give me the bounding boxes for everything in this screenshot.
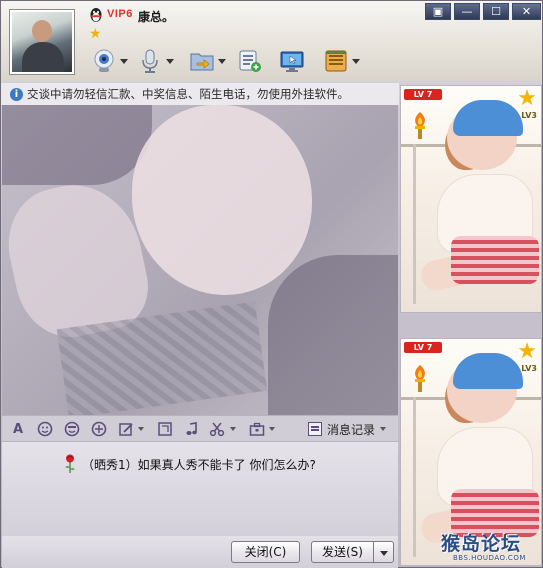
star-icon: ★ — [517, 339, 537, 364]
close-window-button[interactable]: ✕ — [512, 3, 541, 20]
watermark-title: 猴岛论坛 — [441, 533, 522, 555]
draft-message: （晒秀1）如果真人秀不能卡了 你们怎么办? — [64, 454, 316, 474]
monitor-cursor-icon — [280, 51, 304, 72]
background-photo-shape — [132, 105, 312, 295]
app-box-icon — [325, 50, 347, 72]
history-icon — [308, 422, 322, 436]
rose-icon — [65, 454, 75, 473]
list-add-icon — [239, 50, 261, 72]
voice-call-button[interactable] — [137, 45, 174, 77]
show-figure — [453, 100, 523, 136]
background-photo-shape — [2, 105, 152, 185]
emoticon-icon[interactable] — [36, 420, 54, 438]
show-figure — [451, 236, 539, 284]
security-notice: i 交谈中请勿轻信汇款、中奖信息、陌生电话，勿使用外挂软件。 — [1, 83, 399, 105]
close-button[interactable]: 关闭(C) — [231, 541, 300, 563]
remote-assist-button[interactable] — [279, 45, 305, 77]
avatar-photo — [12, 12, 72, 72]
folder-send-icon — [190, 53, 214, 71]
info-icon: i — [10, 87, 23, 101]
background-photo-shape — [268, 255, 398, 415]
chevron-down-icon[interactable] — [218, 58, 226, 64]
chevron-down-icon[interactable] — [138, 427, 144, 431]
minimize-button[interactable]: — — [454, 3, 480, 20]
level-tag: LV3 — [521, 111, 537, 120]
qq-penguin-icon — [90, 8, 102, 22]
scene-rail — [413, 144, 416, 304]
message-input-area[interactable]: （晒秀1）如果真人秀不能卡了 你们怎么办? — [2, 442, 398, 536]
level-badge: LV 7 — [404, 89, 442, 100]
bottom-bar: 关闭(C) 发送(S) — [2, 536, 398, 568]
level-tag: LV3 — [521, 364, 537, 373]
message-history-button[interactable]: 消息记录 — [308, 420, 387, 438]
chevron-down-icon[interactable] — [380, 427, 387, 431]
format-toolbar: A 消息记录 — [2, 415, 398, 442]
chevron-down-icon[interactable] — [230, 427, 236, 431]
send-options-button[interactable] — [374, 541, 394, 563]
scene-rail — [413, 397, 416, 557]
message-history-area[interactable] — [2, 105, 398, 415]
image-icon[interactable] — [156, 420, 174, 438]
video-call-button[interactable] — [91, 45, 128, 77]
notice-text: 交谈中请勿轻信汇款、中奖信息、陌生电话，勿使用外挂软件。 — [27, 87, 349, 101]
chevron-down-icon[interactable] — [352, 58, 360, 64]
music-icon[interactable] — [183, 420, 201, 438]
send-button[interactable]: 发送(S) — [311, 541, 374, 563]
torch-icon — [415, 112, 425, 139]
microphone-icon — [142, 49, 158, 73]
chat-toolbar — [85, 45, 385, 79]
screenshot-scissors-icon[interactable] — [208, 420, 226, 438]
show-figure — [453, 353, 523, 389]
webcam-icon — [94, 49, 114, 72]
toolbox-icon[interactable] — [248, 420, 266, 438]
level-badge: LV 7 — [404, 342, 442, 353]
magic-emoticon-icon[interactable] — [63, 420, 81, 438]
maximize-button[interactable]: ☐ — [483, 3, 509, 20]
chevron-down-icon — [380, 551, 388, 556]
apps-button[interactable] — [237, 45, 263, 77]
contact-show-panel[interactable]: LV 7 ★ LV3 — [400, 85, 542, 313]
more-apps-button[interactable] — [323, 45, 360, 77]
contact-nickname[interactable]: 康总。 — [138, 8, 174, 25]
watermark-url: BBS.HOUDAO.COM — [453, 554, 526, 562]
torch-icon — [415, 365, 425, 392]
star-icon: ★ — [517, 86, 537, 111]
font-icon[interactable]: A — [9, 420, 27, 438]
vip-badge: VIP6 — [107, 8, 133, 20]
chevron-down-icon[interactable] — [120, 58, 128, 64]
star-level-icon: ★ — [89, 26, 102, 42]
chat-window: VIP6 康总。 ★ ▣ — ☐ ✕ i 交谈中请勿轻信汇款、中奖信息、陌生电话… — [0, 0, 543, 568]
history-label: 消息记录 — [327, 422, 376, 437]
doodle-icon[interactable] — [117, 420, 135, 438]
skin-button[interactable]: ▣ — [425, 3, 451, 20]
draft-message-text: （晒秀1）如果真人秀不能卡了 你们怎么办? — [82, 457, 316, 472]
send-file-button[interactable] — [189, 45, 226, 77]
window-shake-icon[interactable] — [90, 420, 108, 438]
chevron-down-icon[interactable] — [166, 58, 174, 64]
chevron-down-icon[interactable] — [269, 427, 275, 431]
contact-avatar[interactable] — [9, 9, 75, 75]
chat-header: VIP6 康总。 ★ ▣ — ☐ ✕ — [1, 1, 542, 81]
